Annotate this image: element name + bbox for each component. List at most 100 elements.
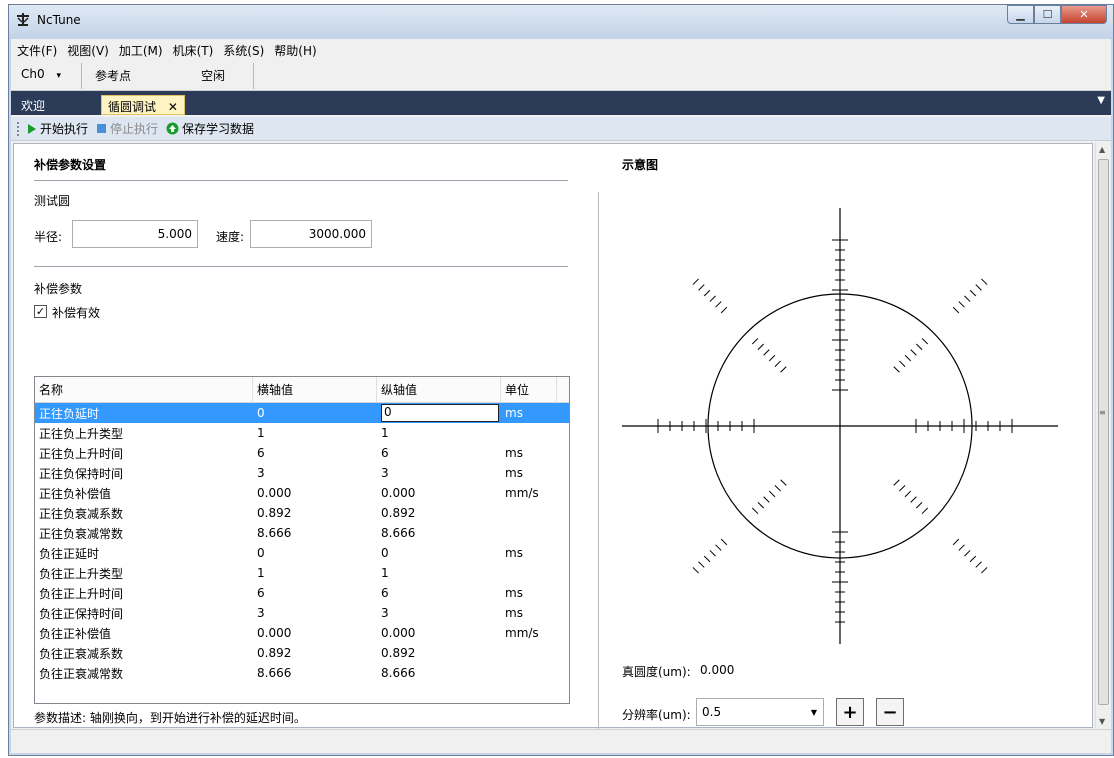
scroll-grip-icon: ≡	[1099, 408, 1106, 417]
comp-enabled-checkbox[interactable]: ✓	[34, 305, 47, 318]
radius-input[interactable]: 5.000	[72, 220, 198, 248]
cell-name: 正往负保持时间	[39, 466, 124, 481]
speed-input[interactable]: 3000.000	[250, 220, 372, 248]
tuning-panel: 补偿参数设置 测试圆 半径: 5.000 速度: 3000.000 补偿参数 ✓…	[13, 143, 1093, 732]
toolbar-grip-icon	[17, 121, 21, 136]
cell-horizontal[interactable]: 0.000	[253, 486, 377, 500]
cell-horizontal[interactable]: 3	[253, 606, 377, 620]
scale-tick	[768, 490, 776, 498]
maximize-button[interactable]: ☐	[1034, 5, 1061, 24]
table-body: 正往负延时 0 0 ms 正往负上升类型 1 1 正往负上升时间 6 6 ms 正往负保持时间 3 3 ms…	[35, 403, 569, 683]
table-row[interactable]: 正往负衰减常数 8.666 8.666	[35, 523, 569, 543]
title-bar[interactable]: NcTune ▁ ☐ ✕	[9, 5, 1113, 39]
menu-help[interactable]: 帮助(H)	[274, 42, 316, 59]
cell-vertical[interactable]: 0.000	[377, 486, 501, 500]
table-row[interactable]: 正往负补偿值 0.000 0.000 mm/s	[35, 483, 569, 503]
cell-horizontal[interactable]: 0.892	[253, 646, 377, 660]
table-row[interactable]: 负往正上升类型 1 1	[35, 563, 569, 583]
scale-tick	[969, 289, 977, 297]
roundness-label: 真圆度(um):	[622, 665, 691, 679]
resolution-select[interactable]: 0.5 ▼	[696, 698, 824, 726]
cell-unit: ms	[505, 586, 523, 600]
start-label: 开始执行	[40, 122, 89, 136]
table-row[interactable]: 正往负衰减系数 0.892 0.892	[35, 503, 569, 523]
stop-button[interactable]: 停止执行	[96, 120, 158, 137]
table-row[interactable]: 正往负上升时间 6 6 ms	[35, 443, 569, 463]
cell-horizontal[interactable]: 0.000	[253, 626, 377, 640]
scale-tick	[709, 295, 716, 302]
comp-params-label: 补偿参数	[34, 282, 83, 296]
table-row[interactable]: 负往正上升时间 6 6 ms	[35, 583, 569, 603]
scroll-down-icon[interactable]: ▼	[1099, 717, 1105, 726]
cell-vertical[interactable]: 0	[377, 546, 501, 560]
scale-tick	[893, 366, 900, 373]
cell-horizontal[interactable]: 1	[253, 426, 377, 440]
menu-file[interactable]: 文件(F)	[17, 42, 57, 59]
cell-vertical[interactable]: 3	[377, 606, 501, 620]
minimize-button[interactable]: ▁	[1007, 5, 1034, 24]
cell-vertical[interactable]: 6	[377, 586, 501, 600]
table-row[interactable]: 正往负延时 0 0 ms	[35, 403, 569, 423]
cell-vertical[interactable]: 3	[377, 466, 501, 480]
column-header-unit[interactable]: 单位	[501, 377, 557, 402]
table-row[interactable]: 负往正保持时间 3 3 ms	[35, 603, 569, 623]
table-row[interactable]: 负往正衰减系数 0.892 0.892	[35, 643, 569, 663]
scroll-up-icon[interactable]: ▲	[1099, 145, 1105, 154]
table-row[interactable]: 负往正衰减常数 8.666 8.666	[35, 663, 569, 683]
cell-vertical[interactable]: 6	[377, 446, 501, 460]
cell-horizontal[interactable]: 1	[253, 566, 377, 580]
cell-horizontal[interactable]: 6	[253, 586, 377, 600]
menu-machine[interactable]: 机床(T)	[173, 42, 214, 59]
play-icon	[28, 123, 36, 134]
cell-horizontal[interactable]: 0	[253, 546, 377, 560]
cell-horizontal[interactable]: 3	[253, 466, 377, 480]
start-button[interactable]: 开始执行	[27, 120, 88, 137]
scroll-thumb[interactable]	[1098, 159, 1109, 705]
scale-tick	[698, 561, 705, 568]
scale-tick	[910, 349, 917, 356]
save-learning-data-button[interactable]: 保存学习数据	[166, 120, 254, 137]
divider	[34, 180, 568, 181]
scale-tick	[952, 306, 960, 314]
scale-tick	[698, 284, 705, 291]
zoom-in-button[interactable]: +	[836, 698, 864, 726]
menu-view[interactable]: 视图(V)	[67, 42, 109, 59]
scale-tick	[757, 343, 764, 350]
cell-vertical[interactable]: 0.892	[377, 646, 501, 660]
scale-tick	[751, 507, 759, 515]
tab-welcome[interactable]: 欢迎	[15, 95, 51, 115]
menu-machining[interactable]: 加工(M)	[119, 42, 163, 59]
tab-list-icon[interactable]: ▼	[1097, 95, 1105, 106]
cell-horizontal[interactable]: 6	[253, 446, 377, 460]
channel-selector[interactable]: Ch0 ▾	[21, 67, 61, 81]
cell-horizontal[interactable]: 8.666	[253, 666, 377, 680]
cell-vertical[interactable]: 0.000	[377, 626, 501, 640]
table-row[interactable]: 负往正补偿值 0.000 0.000 mm/s	[35, 623, 569, 643]
tab-circle-tuning[interactable]: 循圆调试 ✕	[101, 95, 185, 115]
vertical-scrollbar[interactable]: ▲ ≡ ▼	[1095, 143, 1111, 728]
column-header-vertical[interactable]: 纵轴值	[377, 377, 501, 402]
cell-vertical[interactable]: 8.666	[377, 526, 501, 540]
cell-vertical[interactable]: 8.666	[377, 666, 501, 680]
column-header-horizontal[interactable]: 横轴值	[253, 377, 377, 402]
close-button[interactable]: ✕	[1061, 5, 1107, 24]
cell-vertical[interactable]: 1	[377, 566, 501, 580]
cell-horizontal[interactable]: 8.666	[253, 526, 377, 540]
diagram-title: 示意图	[622, 158, 659, 172]
cell-vertical[interactable]: 0	[377, 404, 501, 422]
close-icon[interactable]: ✕	[168, 100, 178, 114]
scale-tick	[774, 360, 781, 367]
table-row[interactable]: 正往负保持时间 3 3 ms	[35, 463, 569, 483]
cell-horizontal[interactable]: 0	[253, 406, 377, 420]
zoom-out-button[interactable]: −	[876, 698, 904, 726]
cell-vertical[interactable]: 1	[377, 426, 501, 440]
menu-system[interactable]: 系统(S)	[223, 42, 264, 59]
cell-vertical[interactable]: 0.892	[377, 506, 501, 520]
table-row[interactable]: 正往负上升类型 1 1	[35, 423, 569, 443]
app-window: NcTune ▁ ☐ ✕ 文件(F) 视图(V) 加工(M) 机床(T) 系统(…	[8, 4, 1114, 756]
cell-horizontal[interactable]: 0.892	[253, 506, 377, 520]
column-header-name[interactable]: 名称	[35, 377, 253, 402]
scale-tick	[720, 538, 728, 546]
cell-editor-input[interactable]: 0	[381, 404, 499, 422]
table-row[interactable]: 负往正延时 0 0 ms	[35, 543, 569, 563]
